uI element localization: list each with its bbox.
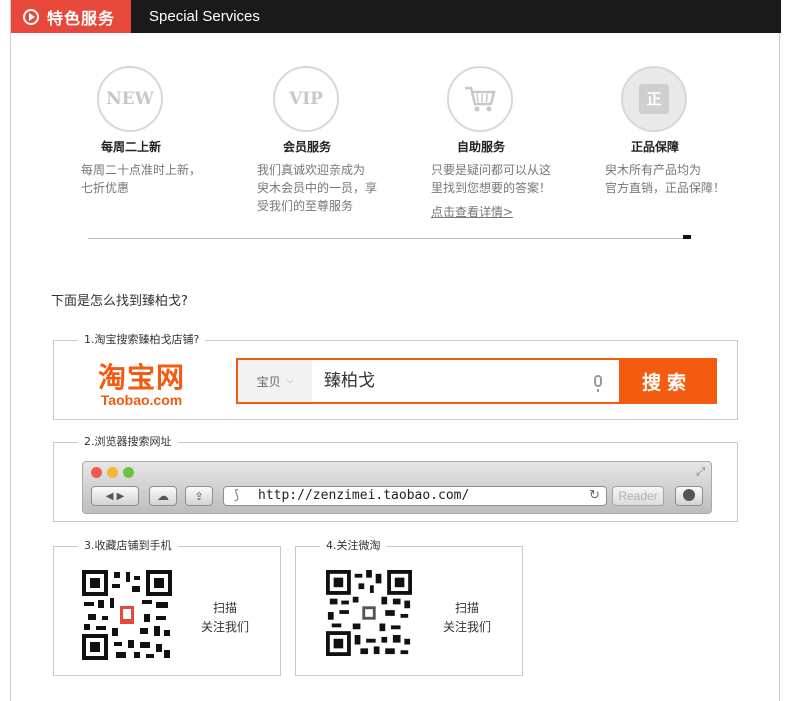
feature-description: 臾木所有产品均为 官方直销，正品保障！ <box>605 163 726 195</box>
feature-new: NEW 每周二上新 每周二十点准时上新， 七折优惠 <box>81 66 251 197</box>
special-services-page: 特色服务 Special Services NEW 每周二上新 每周二十点准时上… <box>10 0 781 701</box>
weitao-qr-code <box>326 570 416 660</box>
step2-legend: 2.浏览器搜索网址 <box>78 435 178 449</box>
header-title-en: Special Services <box>149 8 260 25</box>
refresh-icon[interactable]: ↻ <box>589 487 600 505</box>
browser-window: ⤢ ◀ ▶ ☁ ⇪ ⟆ http://zenzimei.taobao.com/ … <box>82 461 712 514</box>
step3-legend: 3.收藏店铺到手机 <box>78 539 178 553</box>
taobao-search-bar: 宝贝 ⌵ 臻柏戈 搜索 <box>236 358 717 404</box>
new-badge-icon: NEW <box>97 66 163 132</box>
taobao-logo-cn: 淘宝网 <box>98 361 186 394</box>
vip-badge-icon: VIP <box>273 66 339 132</box>
search-button[interactable]: 搜索 <box>619 360 715 402</box>
minimize-window-dot[interactable] <box>107 467 118 478</box>
download-icon[interactable] <box>675 486 703 506</box>
step1-legend: 1.淘宝搜索臻柏戈店铺? <box>78 333 206 347</box>
cloud-icon[interactable]: ☁ <box>149 486 177 506</box>
zoom-window-dot[interactable] <box>123 467 134 478</box>
feature-title: 自助服务 <box>456 140 505 154</box>
back-forward-buttons[interactable]: ◀ ▶ <box>91 486 139 506</box>
chevron-down-icon: ⌵ <box>286 376 294 386</box>
reader-button[interactable]: Reader <box>612 486 664 506</box>
feature-vip: VIP 会员服务 我们真诚欢迎亲成为 臾木会员中的一员，享 受我们的至尊服务 <box>257 66 427 215</box>
url-text: http://zenzimei.taobao.com/ <box>258 488 470 503</box>
section-header: 特色服务 Special Services <box>11 0 781 33</box>
view-details-link[interactable]: 点击查看详情> <box>431 203 601 220</box>
scan-caption: 扫描 关注我们 <box>442 601 491 634</box>
feature-title: 每周二上新 <box>100 140 161 154</box>
divider-marker <box>683 235 691 239</box>
feature-description: 每周二十点准时上新， 七折优惠 <box>81 163 202 195</box>
step4-legend: 4.关注微淘 <box>320 539 387 553</box>
feature-description: 我们真诚欢迎亲成为 臾木会员中的一员，享 受我们的至尊服务 <box>257 163 378 213</box>
close-window-dot[interactable] <box>91 467 102 478</box>
feature-authentic: 正 正品保障 臾木所有产品均为 官方直销，正品保障！ <box>605 66 775 197</box>
step3-mobile-favorite-box: 3.收藏店铺到手机 扫描 关注我们 <box>53 539 281 676</box>
fullscreen-icon[interactable]: ⤢ <box>696 465 705 479</box>
taobao-logo[interactable]: 淘宝网 Taobao.com <box>98 361 186 408</box>
shop-qr-code <box>82 570 172 660</box>
qr-code-icon <box>82 570 172 660</box>
play-circle-icon <box>23 8 39 25</box>
search-category-select[interactable]: 宝贝 ⌵ <box>238 360 312 402</box>
shopping-cart-icon <box>447 66 513 132</box>
search-input[interactable]: 臻柏戈 <box>324 360 375 402</box>
step2-browser-box: 2.浏览器搜索网址 ⤢ ◀ ▶ ☁ ⇪ ⟆ http://zenzimei.ta… <box>53 435 738 522</box>
microphone-icon[interactable] <box>594 375 602 392</box>
header-title-cn: 特色服务 <box>47 8 116 28</box>
step4-weitao-box: 4.关注微淘 扫描 关注我们 <box>295 539 523 676</box>
authentic-guarantee-icon: 正 <box>621 66 687 132</box>
step1-taobao-search-box: 1.淘宝搜索臻柏戈店铺? 淘宝网 Taobao.com 宝贝 ⌵ 臻柏戈 搜索 <box>53 333 738 420</box>
authentic-glyph: 正 <box>639 84 669 114</box>
share-icon[interactable]: ⇪ <box>185 486 213 506</box>
cart-glyph <box>465 86 496 112</box>
compass-icon: ⟆ <box>234 488 240 503</box>
section-divider <box>88 238 688 239</box>
qr-code-icon <box>326 570 412 656</box>
header-badge: 特色服务 <box>11 0 131 33</box>
how-to-find-heading: 下面是怎么找到臻柏戈? <box>51 294 188 309</box>
scan-caption: 扫描 关注我们 <box>200 601 249 634</box>
taobao-logo-en: Taobao.com <box>100 392 183 408</box>
feature-description: 只要是疑问都可以从这 里找到您想要的答案！ <box>431 163 552 195</box>
address-bar[interactable]: ⟆ http://zenzimei.taobao.com/ ↻ <box>223 486 607 506</box>
feature-title: 会员服务 <box>282 140 331 154</box>
feature-self-service: 自助服务 只要是疑问都可以从这 里找到您想要的答案！ 点击查看详情> <box>431 66 601 220</box>
feature-title: 正品保障 <box>630 140 679 154</box>
